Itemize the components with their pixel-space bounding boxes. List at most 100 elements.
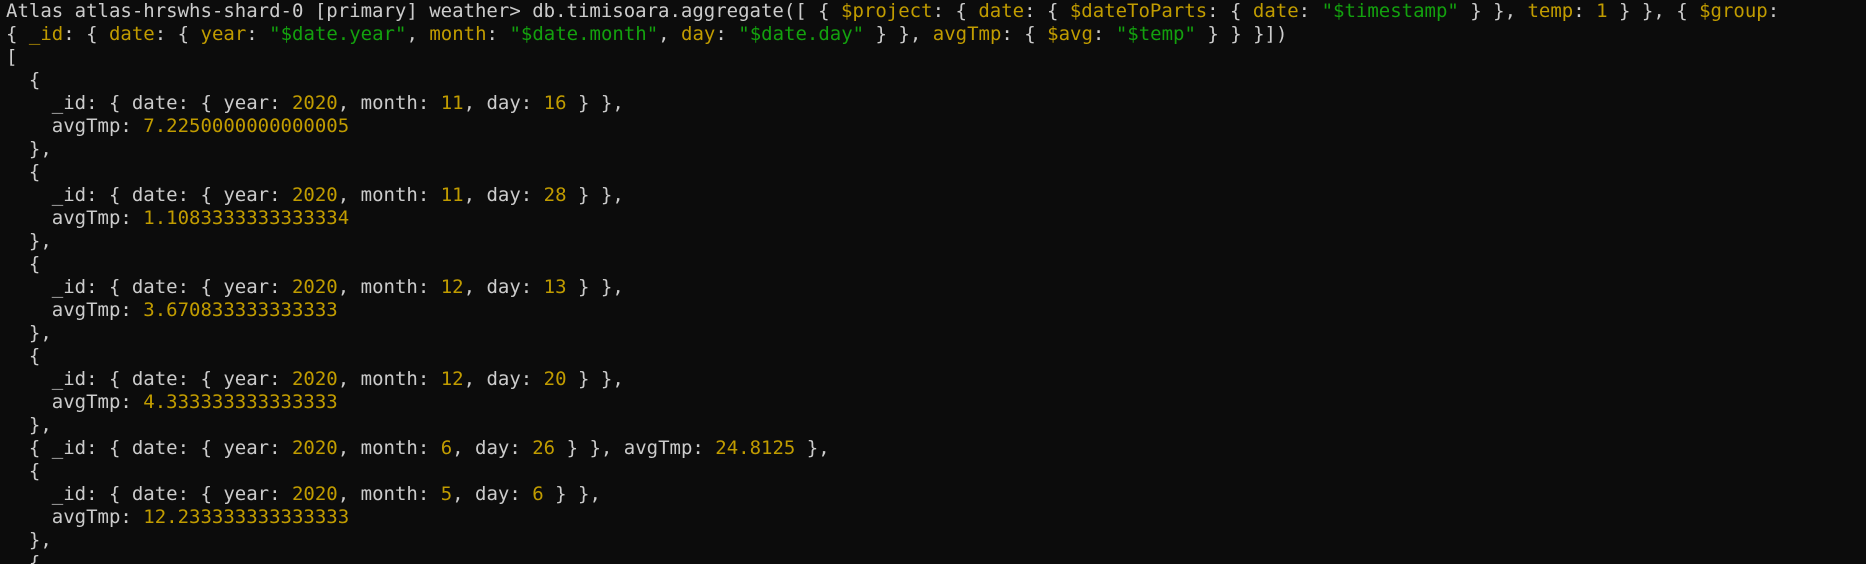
text-segment: [ — [6, 46, 18, 68]
output-line: _id: { date: { year: 2020, month: 5, day… — [0, 483, 1866, 506]
text-segment: { — [6, 460, 41, 482]
text-segment: }, — [6, 529, 52, 551]
text-segment: $avg — [1047, 23, 1093, 45]
text-segment: $dateToParts — [1069, 0, 1208, 22]
output-line: { — [0, 161, 1866, 184]
text-segment: }, — [6, 414, 52, 436]
terminal-window[interactable]: Atlas atlas-hrswhs-shard-0 [primary] wea… — [0, 0, 1866, 564]
text-segment: { — [6, 253, 41, 275]
text-segment: : { — [932, 0, 979, 22]
text-segment: , day: — [463, 276, 544, 298]
text-segment: day — [681, 23, 716, 45]
text-segment: , day: — [463, 92, 544, 114]
text-segment: , month: — [337, 276, 441, 298]
text-segment: 1 — [1596, 0, 1608, 22]
text-segment: }, — [6, 230, 52, 252]
text-segment: "$date.month" — [509, 23, 659, 45]
text-segment: 28 — [543, 184, 567, 206]
text-segment: 2020 — [291, 437, 338, 459]
text-segment: avgTmp — [932, 23, 1002, 45]
text-segment: avgTmp: — [6, 115, 144, 137]
text-segment: temp — [1527, 0, 1574, 22]
text-segment: 16 — [543, 92, 567, 114]
text-segment: } }, — [566, 276, 624, 298]
text-segment: $project — [841, 0, 933, 22]
text-segment: : — [1767, 0, 1780, 22]
text-segment: 20 — [543, 368, 567, 390]
text-segment: _id — [28, 23, 64, 45]
output-line: _id: { date: { year: 2020, month: 11, da… — [0, 184, 1866, 207]
text-segment: , month: — [337, 92, 441, 114]
output-line: _id: { date: { year: 2020, month: 11, da… — [0, 92, 1866, 115]
text-segment: _id: { date: { year: — [6, 92, 292, 114]
text-segment: } } }]) — [1195, 23, 1288, 45]
text-segment: : { — [1001, 23, 1048, 45]
text-segment: { — [6, 552, 41, 564]
text-segment: { — [6, 69, 41, 91]
text-segment: 7.2250000000000005 — [143, 115, 350, 137]
text-segment: , — [658, 23, 682, 45]
output-line: { — [0, 69, 1866, 92]
text-segment: : — [1298, 0, 1322, 22]
text-segment: date — [108, 23, 155, 45]
text-segment: _id: { date: { year: — [6, 368, 292, 390]
text-segment: , month: — [337, 437, 441, 459]
text-segment: 1.1083333333333334 — [143, 207, 350, 229]
text-segment: 2020 — [291, 184, 338, 206]
text-segment: 26 — [532, 437, 556, 459]
text-segment: } }, — [1458, 0, 1528, 22]
text-segment: } }, — [543, 483, 601, 505]
text-segment: } }, — [566, 184, 624, 206]
output-line: [ — [0, 46, 1866, 69]
output-line: avgTmp: 12.233333333333333 — [0, 506, 1866, 529]
text-segment: avgTmp: — [6, 506, 144, 528]
text-segment: : { — [1207, 0, 1253, 22]
output-line: { _id: { date: { year: "$date.year", mon… — [0, 23, 1866, 46]
text-segment: 11 — [440, 184, 464, 206]
text-segment: date — [978, 0, 1025, 22]
text-segment: "$date.day" — [738, 23, 865, 45]
text-segment: { — [6, 23, 29, 45]
text-segment: : — [246, 23, 270, 45]
output-line: }, — [0, 138, 1866, 161]
text-segment: _id: { date: { year: — [6, 184, 292, 206]
text-segment: , — [406, 23, 430, 45]
text-segment: 2020 — [291, 368, 338, 390]
text-segment: year — [200, 23, 247, 45]
text-segment: "$timestamp" — [1321, 0, 1459, 22]
text-segment: 6 — [440, 437, 453, 459]
text-segment: } }, — [864, 23, 933, 45]
text-segment: 6 — [532, 483, 544, 505]
text-segment: avgTmp: — [6, 391, 144, 413]
text-segment: _id: { date: { year: — [6, 483, 292, 505]
text-segment: } }, — [566, 368, 624, 390]
text-segment: avgTmp: — [6, 207, 144, 229]
text-segment: 12.233333333333333 — [143, 506, 350, 528]
text-segment: : { — [63, 23, 109, 45]
output-line: { — [0, 552, 1866, 564]
text-segment: , month: — [337, 483, 441, 505]
output-line: avgTmp: 7.2250000000000005 — [0, 115, 1866, 138]
text-segment: } }, { — [1607, 0, 1700, 22]
output-line: _id: { date: { year: 2020, month: 12, da… — [0, 368, 1866, 391]
text-segment: : — [1573, 0, 1597, 22]
text-segment: 5 — [440, 483, 453, 505]
text-segment: 3.670833333333333 — [143, 299, 338, 321]
output-line: avgTmp: 1.1083333333333334 — [0, 207, 1866, 230]
output-line: { _id: { date: { year: 2020, month: 6, d… — [0, 437, 1866, 460]
text-segment: 11 — [440, 92, 464, 114]
text-segment: , day: — [463, 368, 544, 390]
text-segment: } }, — [566, 92, 624, 114]
text-segment: : — [486, 23, 510, 45]
text-segment: }, — [795, 437, 830, 459]
text-segment: 2020 — [291, 276, 338, 298]
text-segment: 4.333333333333333 — [143, 391, 338, 413]
text-segment: _id: { date: { year: — [6, 276, 292, 298]
output-line: }, — [0, 414, 1866, 437]
text-segment: "$temp" — [1115, 23, 1196, 45]
text-segment: "$date.year" — [269, 23, 407, 45]
text-segment: 2020 — [291, 92, 338, 114]
text-segment: : — [1092, 23, 1116, 45]
text-segment: { _id: { date: { year: — [6, 437, 292, 459]
text-segment: $group — [1699, 0, 1768, 22]
